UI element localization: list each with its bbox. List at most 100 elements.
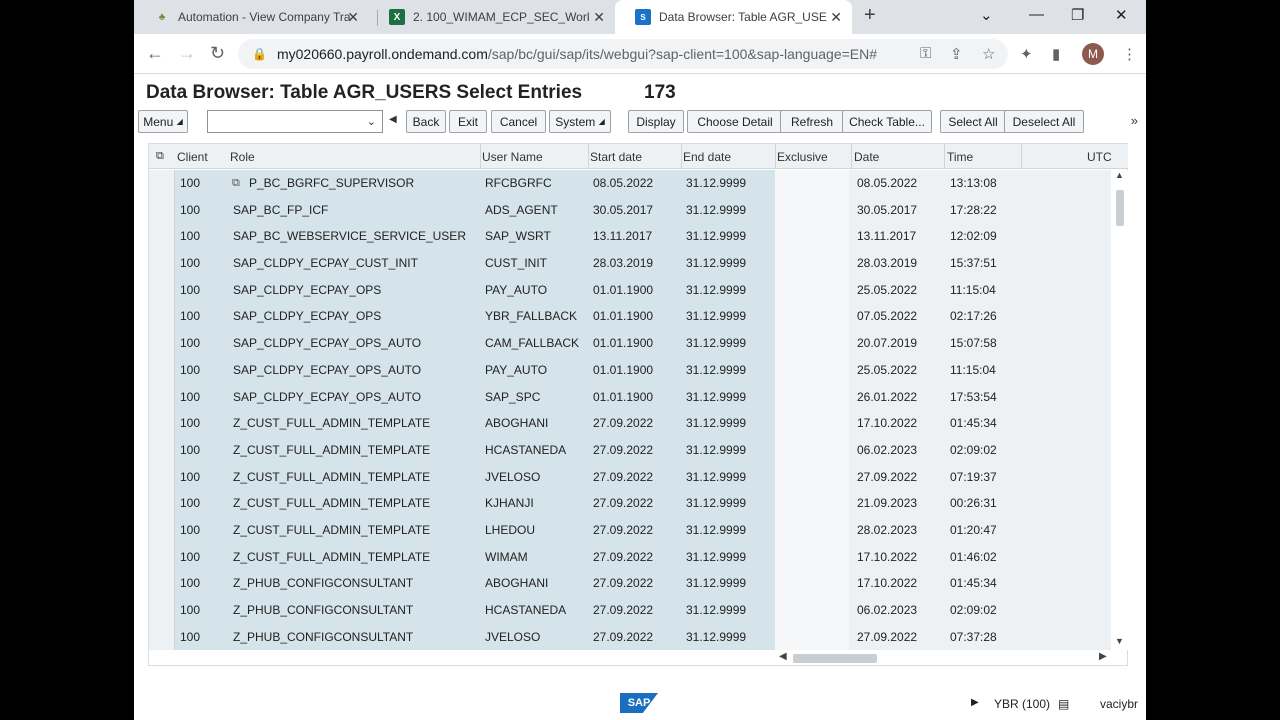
cell-time[interactable]: 11:15:04: [945, 277, 996, 304]
table-row[interactable]: 100 Z_CUST_FULL_ADMIN_TEMPLATE HCASTANEDA 2…: [175, 436, 1111, 464]
system-details-icon[interactable]: ▤: [1058, 697, 1069, 711]
cell-role[interactable]: SAP_BC_WEBSERVICE_SERVICE_USER: [228, 223, 466, 250]
cell-client[interactable]: 100: [175, 277, 200, 304]
table-row[interactable]: 100 SAP_CLDPY_ECPAY_OPS_AUTO SAP_SPC 01.01.…: [175, 383, 1111, 411]
scroll-up-icon[interactable]: ▲: [1115, 170, 1124, 180]
cell-start[interactable]: 01.01.1900: [588, 330, 653, 357]
cell-role[interactable]: Z_CUST_FULL_ADMIN_TEMPLATE: [228, 544, 430, 571]
cell-role[interactable]: P_BC_BGRFC_SUPERVISOR: [244, 170, 414, 197]
close-window-icon[interactable]: ✕: [1115, 6, 1128, 24]
cell-end[interactable]: 31.12.9999: [681, 250, 746, 277]
system-button[interactable]: System ◢: [549, 110, 611, 133]
column-utc[interactable]: UTC: [1087, 150, 1112, 164]
cell-user[interactable]: PAY_AUTO: [480, 357, 547, 384]
cell-date[interactable]: 27.09.2022: [852, 464, 917, 491]
cell-role[interactable]: Z_CUST_FULL_ADMIN_TEMPLATE: [228, 464, 430, 491]
cell-date[interactable]: 08.05.2022: [852, 170, 917, 197]
refresh-button[interactable]: Refresh: [780, 110, 844, 133]
cell-role[interactable]: Z_PHUB_CONFIGCONSULTANT: [228, 597, 413, 624]
cell-client[interactable]: 100: [175, 303, 200, 330]
scroll-thumb[interactable]: [1116, 190, 1124, 226]
table-row[interactable]: 100 SAP_CLDPY_ECPAY_OPS_AUTO CAM_FALLBACK 0…: [175, 330, 1111, 357]
table-row[interactable]: 100 SAP_CLDPY_ECPAY_OPS_AUTO PAY_AUTO 01.01…: [175, 356, 1111, 384]
table-row[interactable]: 100 Z_CUST_FULL_ADMIN_TEMPLATE ABOGHANI 27.…: [175, 410, 1111, 437]
command-field[interactable]: ⌄: [207, 110, 383, 133]
cell-start[interactable]: 27.09.2022: [588, 597, 653, 624]
cell-date[interactable]: 17.10.2022: [852, 410, 917, 437]
cell-user[interactable]: WIMAM: [480, 544, 528, 571]
cell-time[interactable]: 07:37:28: [945, 624, 997, 650]
scroll-left-icon[interactable]: ◀: [779, 651, 787, 662]
cell-end[interactable]: 31.12.9999: [681, 303, 746, 330]
key-icon[interactable]: ⚿: [920, 45, 931, 62]
kebab-menu-icon[interactable]: ⋮: [1122, 45, 1137, 63]
cell-time[interactable]: 15:37:51: [945, 250, 997, 277]
cell-user[interactable]: JVELOSO: [480, 624, 540, 650]
cancel-button[interactable]: Cancel: [491, 110, 546, 133]
cell-time[interactable]: 02:17:26: [945, 303, 997, 330]
cell-time[interactable]: 01:46:02: [945, 544, 997, 571]
cell-start[interactable]: 27.09.2022: [588, 464, 653, 491]
scroll-right-icon[interactable]: ▶: [1099, 651, 1107, 662]
cell-date[interactable]: 27.09.2022: [852, 624, 917, 650]
cell-start[interactable]: 27.09.2022: [588, 437, 653, 464]
cell-role[interactable]: Z_PHUB_CONFIGCONSULTANT: [228, 570, 413, 597]
cell-start[interactable]: 01.01.1900: [588, 357, 653, 384]
check-table-button[interactable]: Check Table...: [842, 110, 932, 133]
cell-client[interactable]: 100: [175, 624, 200, 650]
cell-start[interactable]: 30.05.2017: [588, 197, 653, 224]
column-user[interactable]: User Name: [482, 150, 543, 164]
table-row[interactable]: 100 SAP_BC_WEBSERVICE_SERVICE_USER SAP_WSR…: [175, 223, 1111, 251]
cell-user[interactable]: SAP_SPC: [480, 384, 540, 411]
cell-client[interactable]: 100: [175, 197, 200, 224]
cell-client[interactable]: 100: [175, 464, 200, 491]
cell-role[interactable]: Z_CUST_FULL_ADMIN_TEMPLATE: [228, 517, 430, 544]
table-row[interactable]: 100 Z_CUST_FULL_ADMIN_TEMPLATE JVELOSO 27.0…: [175, 463, 1111, 491]
cell-time[interactable]: 00:26:31: [945, 490, 997, 517]
cell-user[interactable]: YBR_FALLBACK: [480, 303, 577, 330]
address-bar[interactable]: 🔒 my020660.payroll.ondemand.com/sap/bc/g…: [238, 39, 1008, 69]
more-icon[interactable]: »: [1131, 113, 1138, 128]
cell-client[interactable]: 100: [175, 330, 200, 357]
scroll-thumb[interactable]: [793, 654, 877, 663]
table-row[interactable]: 100 SAP_CLDPY_ECPAY_OPS YBR_FALLBACK 01.01.…: [175, 303, 1111, 331]
cell-date[interactable]: 26.01.2022: [852, 384, 917, 411]
system-info[interactable]: YBR (100): [994, 697, 1050, 711]
cell-client[interactable]: 100: [175, 597, 200, 624]
cell-time[interactable]: 17:28:22: [945, 197, 997, 224]
cell-end[interactable]: 31.12.9999: [681, 490, 746, 517]
cell-end[interactable]: 31.12.9999: [681, 544, 746, 571]
table-row[interactable]: 100 SAP_CLDPY_ECPAY_CUST_INIT CUST_INIT 28.…: [175, 250, 1111, 277]
cell-user[interactable]: ABOGHANI: [480, 410, 548, 437]
table-row[interactable]: 100 Z_CUST_FULL_ADMIN_TEMPLATE KJHANJI 27.0…: [175, 490, 1111, 517]
tab-automation[interactable]: ♣ Automation - View Company Tra ✕: [134, 0, 369, 34]
cell-user[interactable]: ADS_AGENT: [480, 197, 558, 224]
cell-client[interactable]: 100: [175, 570, 200, 597]
table-row[interactable]: 100 SAP_BC_FP_ICF ADS_AGENT 30.05.2017 31.12…: [175, 196, 1111, 224]
cell-role[interactable]: SAP_CLDPY_ECPAY_CUST_INIT: [228, 250, 418, 277]
cell-role[interactable]: SAP_CLDPY_ECPAY_OPS: [228, 277, 381, 304]
cell-end[interactable]: 31.12.9999: [681, 410, 746, 437]
cell-end[interactable]: 31.12.9999: [681, 597, 746, 624]
cell-user[interactable]: CUST_INIT: [480, 250, 547, 277]
side-panel-icon[interactable]: ▮: [1052, 45, 1060, 63]
cell-date[interactable]: 25.05.2022: [852, 277, 917, 304]
cell-user[interactable]: RFCBGRFC: [480, 170, 552, 197]
deselect-all-button[interactable]: Deselect All: [1004, 110, 1084, 133]
cell-date[interactable]: 06.02.2023: [852, 597, 917, 624]
cell-time[interactable]: 02:09:02: [945, 597, 997, 624]
close-icon[interactable]: ✕: [830, 9, 842, 26]
exit-button[interactable]: Exit: [449, 110, 487, 133]
cell-time[interactable]: 12:02:09: [945, 223, 997, 250]
cell-date[interactable]: 21.09.2023: [852, 490, 917, 517]
cell-role[interactable]: SAP_CLDPY_ECPAY_OPS: [228, 303, 381, 330]
back-arrow-icon[interactable]: ←: [146, 43, 164, 64]
cell-end[interactable]: 31.12.9999: [681, 277, 746, 304]
cell-client[interactable]: 100: [175, 490, 200, 517]
tab-search-icon[interactable]: ⌄: [980, 6, 993, 24]
cell-date[interactable]: 17.10.2022: [852, 570, 917, 597]
cell-start[interactable]: 27.09.2022: [588, 517, 653, 544]
cell-user[interactable]: HCASTANEDA: [480, 597, 566, 624]
cell-date[interactable]: 07.05.2022: [852, 303, 917, 330]
cell-time[interactable]: 07:19:37: [945, 464, 997, 491]
